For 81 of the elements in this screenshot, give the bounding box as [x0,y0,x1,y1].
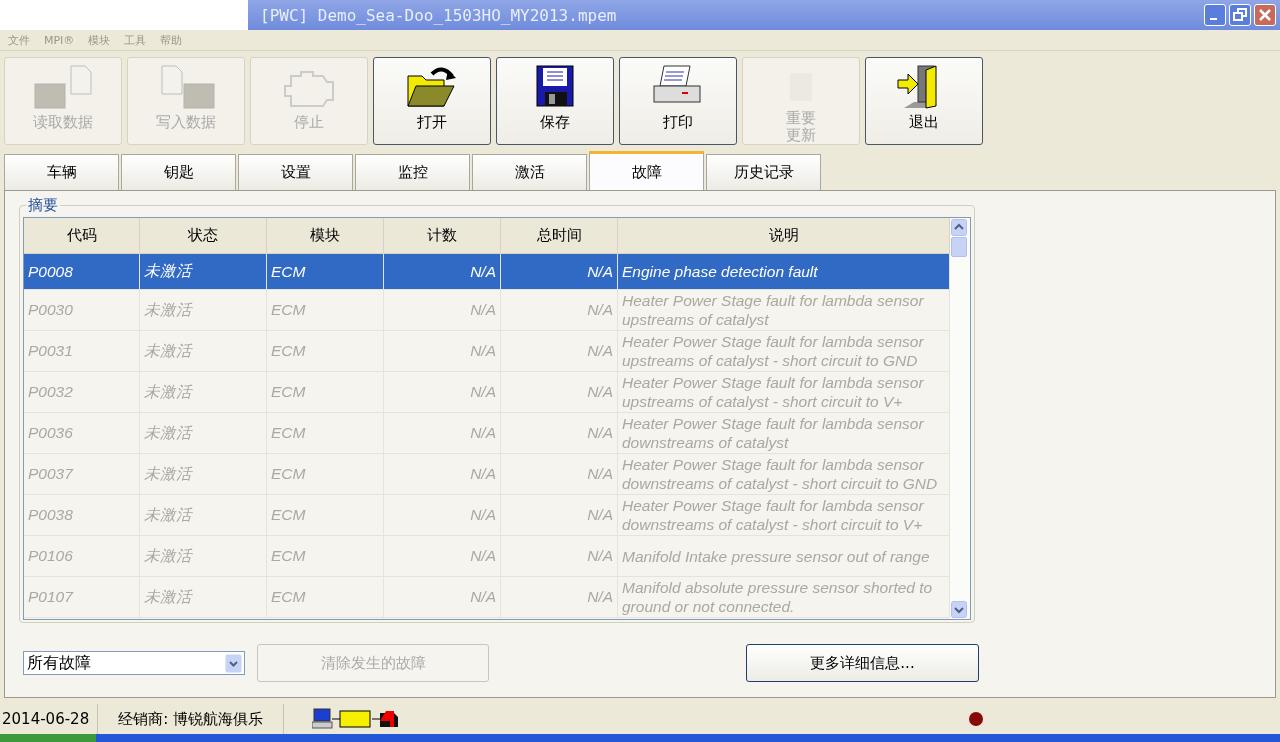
table-cell: ECM [267,372,384,413]
table-cell: P0036 [24,413,140,454]
table-cell: N/A [384,536,501,577]
table-cell: P0106 [24,536,140,577]
table-cell: N/A [384,290,501,331]
table-cell: N/A [501,577,618,618]
table-cell: N/A [384,254,501,290]
table-cell: ECM [267,577,384,618]
toolbar-button[interactable]: 打印 [619,57,737,145]
table-cell: P0008 [24,254,140,290]
tab[interactable]: 历史记录 [706,154,821,190]
table-cell: ECM [267,331,384,372]
table-cell: Manifold Intake pressure sensor out of range [618,536,950,577]
window-title: [PWC] Demo_Sea-Doo_1503HO_MY2013.mpem [260,5,618,25]
minimize-icon [1210,18,1217,20]
more-details-button[interactable]: 更多详细信息... [746,644,979,682]
tab[interactable]: 故障 [589,151,704,190]
table-cell: N/A [501,331,618,372]
table-cell: N/A [384,413,501,454]
table-cell: Heater Power Stage fault for lambda sensor downstreams of catalyst [618,413,950,454]
table-cell: Heater Power Stage fault for lambda sensor upstreams of catalyst - short circuit to GND [618,331,950,372]
table-cell: P0037 [24,454,140,495]
table-cell: ECM [267,413,384,454]
table-cell: 未激活 [140,454,267,495]
table-cell: 未激活 [140,413,267,454]
restore-icon [1233,8,1247,22]
table-cell: N/A [501,290,618,331]
table-cell: Heater Power Stage fault for lambda sensor upstreams of catalyst - short circuit to V+ [618,372,950,413]
table-cell: Engine phase detection fault [618,254,950,290]
table-cell: ECM [267,290,384,331]
table-cell: Manifold absolute pressure sensor shorted to ground or not connected. [618,577,950,618]
fault-filter-dropdown[interactable]: 所有故障 [23,651,245,675]
table-cell: 未激活 [140,290,267,331]
group-title: 摘要 [26,196,60,215]
table-cell: ECM [267,495,384,536]
minimize-button[interactable] [1204,4,1226,26]
table-cell: 未激活 [140,254,267,290]
table-cell: N/A [501,372,618,413]
tab[interactable]: 激活 [472,154,587,190]
table-cell: ECM [267,536,384,577]
tab[interactable]: 监控 [355,154,470,190]
table-cell: 未激活 [140,577,267,618]
status-indicator-icon [969,712,983,726]
table-cell: N/A [384,577,501,618]
table-cell: N/A [501,254,618,290]
table-cell: N/A [384,331,501,372]
table-cell: N/A [384,495,501,536]
table-cell: P0032 [24,372,140,413]
table-cell: 未激活 [140,536,267,577]
table-cell: 未激活 [140,495,267,536]
toolbar-button[interactable]: 退出 [865,57,983,145]
table-cell: ECM [267,254,384,290]
table-cell: N/A [501,536,618,577]
table-cell: ECM [267,454,384,495]
table-cell: N/A [501,413,618,454]
tab[interactable]: 设置 [238,154,353,190]
table-cell: N/A [384,454,501,495]
table-cell: P0031 [24,331,140,372]
toolbar-button[interactable]: 打开 [373,57,491,145]
close-icon [1258,8,1272,22]
table-cell: N/A [384,372,501,413]
close-button[interactable] [1254,4,1276,26]
table-cell: 未激活 [140,372,267,413]
table-cell: Heater Power Stage fault for lambda sensor upstreams of catalyst [618,290,950,331]
scroll-up-icon[interactable] [951,219,967,236]
vertical-scrollbar[interactable] [950,218,970,619]
table-cell: N/A [501,454,618,495]
table-cell: Heater Power Stage fault for lambda sensor downstreams of catalyst - short circuit to GND [618,454,950,495]
tab[interactable]: 车辆 [4,154,119,190]
table-cell: P0107 [24,577,140,618]
scroll-thumb[interactable] [951,237,967,257]
table-cell: 未激活 [140,331,267,372]
table-cell: N/A [501,495,618,536]
restore-button[interactable] [1229,4,1251,26]
table-row[interactable]: P0008 未激活 ECM N/A N/A Engine phase detection fault [24,254,950,290]
scroll-down-icon[interactable] [951,601,967,618]
table-cell: P0030 [24,290,140,331]
table-cell: Heater Power Stage fault for lambda sensor downstreams of catalyst - short circuit to V+ [618,495,950,536]
tab[interactable]: 钥匙 [121,154,236,190]
toolbar-button[interactable]: 保存 [496,57,614,145]
table-cell: P0038 [24,495,140,536]
